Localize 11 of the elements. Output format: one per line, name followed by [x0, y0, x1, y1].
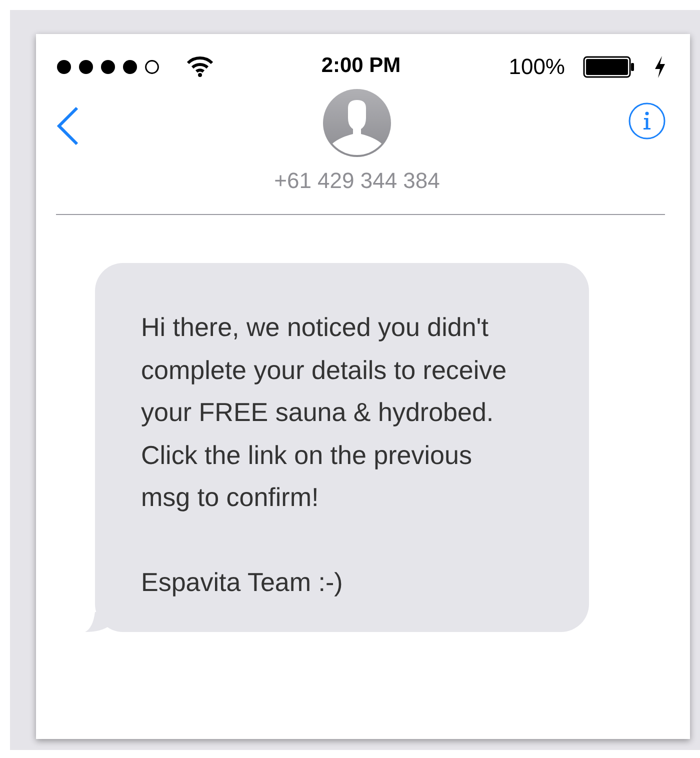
signal-icon — [56, 58, 160, 76]
battery-percentage: 100% — [508, 54, 565, 80]
charging-icon — [654, 56, 666, 78]
wifi-icon — [186, 55, 214, 77]
back-chevron-icon[interactable] — [56, 106, 80, 146]
battery-icon — [583, 56, 635, 78]
avatar-icon[interactable] — [322, 88, 392, 158]
message-text: Hi there, we noticed you didn't complete your details to receive your FREE sauna & hydrobed. Click the link on the previous msg to confirm! Espavita Team :-) — [141, 311, 508, 599]
status-time: 2:00 PM — [321, 54, 401, 78]
info-icon[interactable] — [628, 102, 666, 140]
contact-phone-number: +61 429 344 384 — [274, 168, 440, 194]
